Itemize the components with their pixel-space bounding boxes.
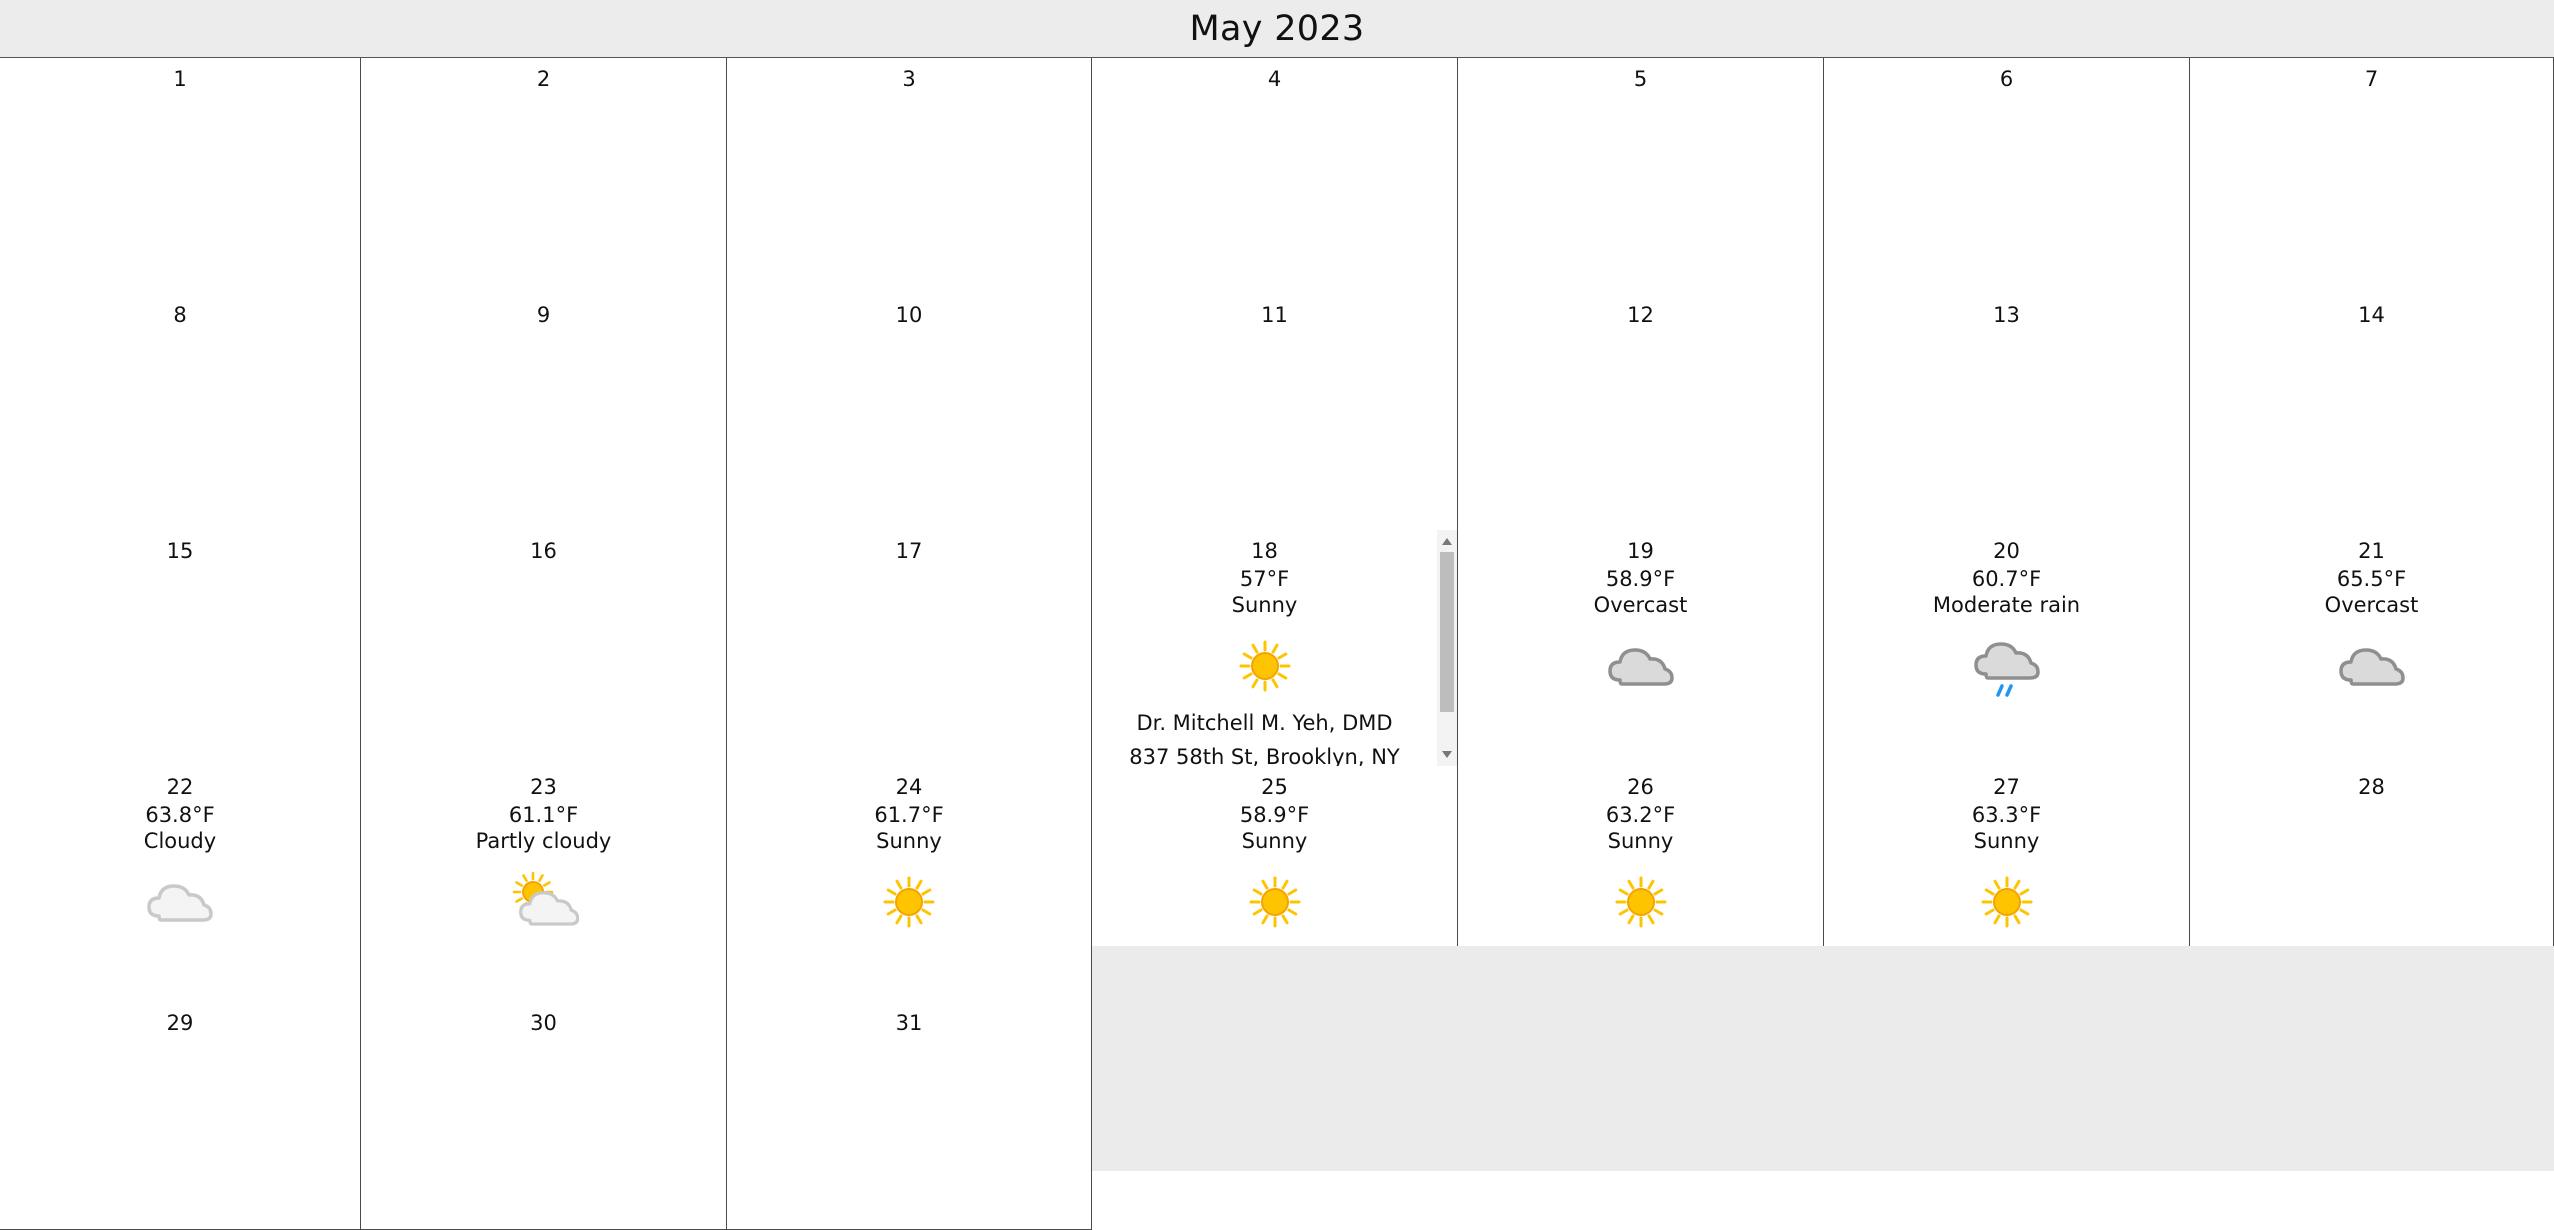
day-cell-8[interactable]: 8: [0, 294, 361, 531]
day-cell-10[interactable]: 10: [727, 294, 1092, 531]
day-cell-15[interactable]: 15: [0, 530, 361, 767]
scrollbar-thumb[interactable]: [1440, 552, 1454, 712]
weather-condition: Sunny: [1231, 593, 1298, 617]
day-number: 19: [1627, 539, 1654, 563]
day-number: 20: [1993, 539, 2020, 563]
day-number: 17: [895, 539, 923, 563]
month-title: May 2023: [1189, 8, 1365, 49]
day-number: 2: [536, 67, 551, 91]
day-number: 27: [1993, 775, 2020, 799]
day-number: 13: [1993, 303, 2020, 327]
day-number: 11: [1261, 303, 1288, 327]
weather-condition: Overcast: [1593, 593, 1688, 617]
scroll-up-arrow-icon[interactable]: [1442, 538, 1452, 545]
appointment-address: 837 58th St, Brooklyn, NY: [1129, 745, 1400, 766]
empty-days-area: [1092, 946, 2554, 1171]
day-cell-23[interactable]: 23 61.1°F Partly cloudy: [361, 766, 727, 1003]
sunny-icon: [1092, 870, 1457, 934]
day-cell-5[interactable]: 5: [1458, 58, 1824, 295]
appointment-entry[interactable]: Dr. Mitchell M. Yeh, DMD 837 58th St, Bro…: [1092, 706, 1457, 766]
weather-condition: Sunny: [1973, 829, 2040, 853]
temperature: 57°F: [1239, 567, 1290, 591]
day-cell-2[interactable]: 2: [361, 58, 727, 295]
day-number: 26: [1627, 775, 1654, 799]
day-number: 9: [536, 303, 551, 327]
temperature: 63.8°F: [145, 803, 215, 827]
weather-condition: Sunny: [1241, 829, 1308, 853]
day-cell-18[interactable]: 18 57°F Sunny Dr. Mitchell M. Yeh, DMD 837 5…: [1092, 530, 1458, 767]
day-number: 23: [530, 775, 557, 799]
day-cell-3[interactable]: 3: [727, 58, 1092, 295]
day-cell-7[interactable]: 7: [2190, 58, 2554, 295]
month-header: May 2023: [0, 0, 2554, 58]
day-number: 7: [2364, 67, 2379, 91]
day-number: 15: [166, 539, 194, 563]
temperature: 58.9°F: [1239, 803, 1310, 827]
day-scrollbar[interactable]: [1437, 530, 1457, 766]
weather-condition: Sunny: [1607, 829, 1674, 853]
temperature: 60.7°F: [1971, 567, 2042, 591]
weather-condition: Moderate rain: [1932, 593, 2081, 617]
day-number: 31: [895, 1011, 923, 1035]
temperature: 65.5°F: [2336, 567, 2407, 591]
weather-condition: Partly cloudy: [475, 829, 612, 853]
appointment-name: Dr. Mitchell M. Yeh, DMD: [1136, 711, 1393, 735]
day-number: 24: [895, 775, 923, 799]
day-cell-6[interactable]: 6: [1824, 58, 2190, 295]
temperature: 58.9°F: [1605, 567, 1676, 591]
day-number: 3: [902, 67, 916, 91]
partly-cloudy-icon: [361, 870, 726, 934]
cloudy-icon: [0, 870, 360, 934]
temperature: 61.1°F: [508, 803, 579, 827]
day-number: 25: [1261, 775, 1288, 799]
day-number: 18: [1251, 539, 1278, 563]
temperature: 61.7°F: [874, 803, 944, 827]
day-cell-31[interactable]: 31: [727, 1002, 1092, 1230]
day-cell-16[interactable]: 16: [361, 530, 727, 767]
day-cell-24[interactable]: 24 61.7°F Sunny: [727, 766, 1092, 1003]
day-number: 28: [2358, 775, 2385, 799]
day-number: 30: [530, 1011, 557, 1035]
day-number: 5: [1633, 67, 1648, 91]
day-cell-12[interactable]: 12: [1458, 294, 1824, 531]
weather-condition: Sunny: [876, 829, 942, 853]
day-cell-11[interactable]: 11: [1092, 294, 1458, 531]
overcast-icon: [2190, 634, 2553, 698]
day-cell-19[interactable]: 19 58.9°F Overcast: [1458, 530, 1824, 767]
day-cell-30[interactable]: 30: [361, 1002, 727, 1230]
day-cell-29[interactable]: 29: [0, 1002, 361, 1230]
day-cell-17[interactable]: 17: [727, 530, 1092, 767]
sunny-icon: [727, 870, 1091, 934]
day-cell-1[interactable]: 1: [0, 58, 361, 295]
weather-condition: Cloudy: [143, 829, 217, 853]
day-cell-22[interactable]: 22 63.8°F Cloudy: [0, 766, 361, 1003]
day-number: 16: [530, 539, 557, 563]
rain-icon: [1824, 634, 2189, 698]
day-cell-4[interactable]: 4: [1092, 58, 1458, 295]
day-number: 22: [166, 775, 194, 799]
temperature: 63.3°F: [1971, 803, 2042, 827]
weather-condition: Overcast: [2324, 593, 2419, 617]
day-number: 8: [173, 303, 187, 327]
day-number: 10: [895, 303, 923, 327]
scroll-down-arrow-icon[interactable]: [1442, 751, 1452, 758]
day-number: 1: [173, 67, 187, 91]
sunny-icon: [1824, 870, 2189, 934]
day-number: 6: [1999, 67, 2014, 91]
day-cell-13[interactable]: 13: [1824, 294, 2190, 531]
temperature: 63.2°F: [1605, 803, 1676, 827]
day-cell-21[interactable]: 21 65.5°F Overcast: [2190, 530, 2554, 767]
day-number: 4: [1267, 67, 1282, 91]
sunny-icon: [1458, 870, 1823, 934]
day-number: 29: [166, 1011, 194, 1035]
day-cell-14[interactable]: 14: [2190, 294, 2554, 531]
day-number: 14: [2358, 303, 2385, 327]
overcast-icon: [1458, 634, 1823, 698]
day-number: 21: [2358, 539, 2385, 563]
day-cell-9[interactable]: 9: [361, 294, 727, 531]
sunny-icon: [1092, 634, 1457, 698]
day-number: 12: [1627, 303, 1654, 327]
day-cell-20[interactable]: 20 60.7°F Moderate rain: [1824, 530, 2190, 767]
